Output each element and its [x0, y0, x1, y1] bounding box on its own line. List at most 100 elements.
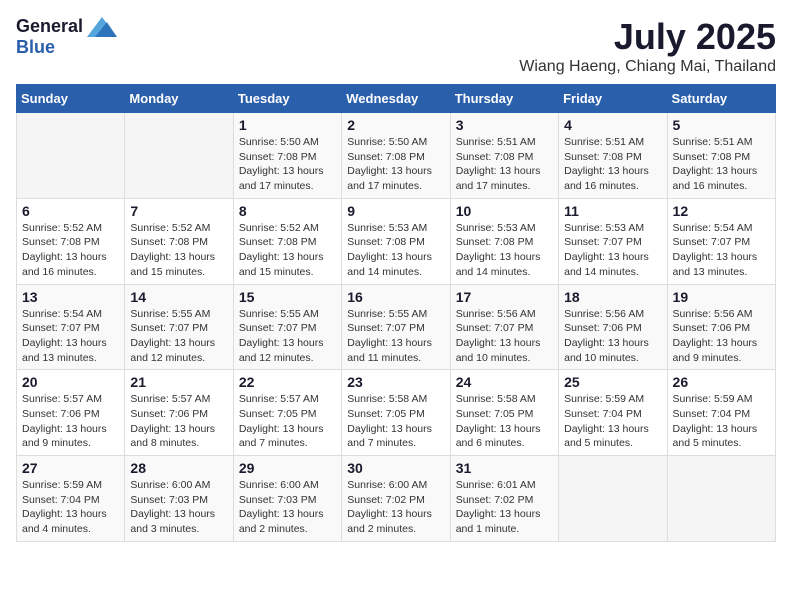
calendar-day-cell: 5Sunrise: 5:51 AMSunset: 7:08 PMDaylight…	[667, 113, 775, 199]
calendar-day-cell: 24 Sunrise: 5:58 AMSunset: 7:05 PMDayligh…	[450, 370, 558, 456]
day-number: 27	[22, 460, 119, 476]
day-info: Sunrise: 6:01 AMSunset: 7:02 PMDaylight:…	[456, 478, 553, 537]
calendar-header-row: SundayMondayTuesdayWednesdayThursdayFrid…	[17, 85, 776, 113]
logo-icon	[87, 17, 117, 37]
calendar-day-cell: 12Sunrise: 5:54 AMSunset: 7:07 PMDayligh…	[667, 198, 775, 284]
day-number: 13	[22, 289, 119, 305]
weekday-header: Tuesday	[233, 85, 341, 113]
logo: General Blue	[16, 16, 117, 58]
day-info: Sunrise: 5:50 AMSunset: 7:08 PMDaylight:…	[347, 135, 444, 194]
calendar-day-cell: 29 Sunrise: 6:00 AMSunset: 7:03 PMDayligh…	[233, 456, 341, 542]
day-number: 2	[347, 117, 444, 133]
day-number: 4	[564, 117, 661, 133]
day-info: Sunrise: 5:57 AMSunset: 7:06 PMDaylight:…	[22, 392, 119, 451]
day-info: Sunrise: 6:00 AMSunset: 7:03 PMDaylight:…	[239, 478, 336, 537]
calendar-day-cell: 27 Sunrise: 5:59 AMSunset: 7:04 PMDayligh…	[17, 456, 125, 542]
day-number: 18	[564, 289, 661, 305]
day-number: 11	[564, 203, 661, 219]
calendar-day-cell: 20 Sunrise: 5:57 AMSunset: 7:06 PMDayligh…	[17, 370, 125, 456]
day-info: Sunrise: 5:52 AMSunset: 7:08 PMDaylight:…	[130, 221, 227, 280]
day-number: 5	[673, 117, 770, 133]
day-info: Sunrise: 5:53 AMSunset: 7:08 PMDaylight:…	[347, 221, 444, 280]
calendar-day-cell: 30 Sunrise: 6:00 AMSunset: 7:02 PMDayligh…	[342, 456, 450, 542]
calendar-day-cell: 31 Sunrise: 6:01 AMSunset: 7:02 PMDayligh…	[450, 456, 558, 542]
day-number: 22	[239, 374, 336, 390]
calendar-day-cell	[559, 456, 667, 542]
day-info: Sunrise: 6:00 AMSunset: 7:03 PMDaylight:…	[130, 478, 227, 537]
logo-general: General	[16, 16, 83, 37]
day-number: 17	[456, 289, 553, 305]
calendar-day-cell: 25 Sunrise: 5:59 AMSunset: 7:04 PMDayligh…	[559, 370, 667, 456]
day-info: Sunrise: 5:56 AMSunset: 7:06 PMDaylight:…	[564, 307, 661, 366]
day-info: Sunrise: 5:54 AMSunset: 7:07 PMDaylight:…	[22, 307, 119, 366]
day-number: 29	[239, 460, 336, 476]
day-number: 20	[22, 374, 119, 390]
day-info: Sunrise: 5:51 AMSunset: 7:08 PMDaylight:…	[564, 135, 661, 194]
calendar-day-cell: 19 Sunrise: 5:56 AMSunset: 7:06 PMDayligh…	[667, 284, 775, 370]
day-info: Sunrise: 5:55 AMSunset: 7:07 PMDaylight:…	[130, 307, 227, 366]
title-area: July 2025 Wiang Haeng, Chiang Mai, Thail…	[519, 16, 776, 76]
calendar-day-cell: 22 Sunrise: 5:57 AMSunset: 7:05 PMDayligh…	[233, 370, 341, 456]
day-info: Sunrise: 5:50 AMSunset: 7:08 PMDaylight:…	[239, 135, 336, 194]
day-info: Sunrise: 5:56 AMSunset: 7:06 PMDaylight:…	[673, 307, 770, 366]
calendar-day-cell: 7 Sunrise: 5:52 AMSunset: 7:08 PMDaylight…	[125, 198, 233, 284]
day-info: Sunrise: 5:58 AMSunset: 7:05 PMDaylight:…	[347, 392, 444, 451]
day-number: 12	[673, 203, 770, 219]
calendar-day-cell: 10 Sunrise: 5:53 AMSunset: 7:08 PMDayligh…	[450, 198, 558, 284]
calendar-day-cell: 6 Sunrise: 5:52 AMSunset: 7:08 PMDaylight…	[17, 198, 125, 284]
day-info: Sunrise: 5:57 AMSunset: 7:05 PMDaylight:…	[239, 392, 336, 451]
day-number: 6	[22, 203, 119, 219]
day-info: Sunrise: 5:55 AMSunset: 7:07 PMDaylight:…	[347, 307, 444, 366]
day-number: 25	[564, 374, 661, 390]
day-number: 10	[456, 203, 553, 219]
calendar-day-cell: 23 Sunrise: 5:58 AMSunset: 7:05 PMDayligh…	[342, 370, 450, 456]
weekday-header: Thursday	[450, 85, 558, 113]
day-info: Sunrise: 5:53 AMSunset: 7:08 PMDaylight:…	[456, 221, 553, 280]
calendar-day-cell: 26Sunrise: 5:59 AMSunset: 7:04 PMDayligh…	[667, 370, 775, 456]
day-number: 28	[130, 460, 227, 476]
calendar-day-cell: 17 Sunrise: 5:56 AMSunset: 7:07 PMDayligh…	[450, 284, 558, 370]
calendar-day-cell: 21Sunrise: 5:57 AMSunset: 7:06 PMDayligh…	[125, 370, 233, 456]
day-info: Sunrise: 5:53 AMSunset: 7:07 PMDaylight:…	[564, 221, 661, 280]
day-info: Sunrise: 5:59 AMSunset: 7:04 PMDaylight:…	[22, 478, 119, 537]
day-info: Sunrise: 5:59 AMSunset: 7:04 PMDaylight:…	[564, 392, 661, 451]
day-number: 31	[456, 460, 553, 476]
day-number: 9	[347, 203, 444, 219]
day-info: Sunrise: 5:59 AMSunset: 7:04 PMDaylight:…	[673, 392, 770, 451]
day-number: 3	[456, 117, 553, 133]
day-info: Sunrise: 5:56 AMSunset: 7:07 PMDaylight:…	[456, 307, 553, 366]
calendar-day-cell	[667, 456, 775, 542]
weekday-header: Wednesday	[342, 85, 450, 113]
day-number: 16	[347, 289, 444, 305]
day-number: 21	[130, 374, 227, 390]
calendar-day-cell: 3 Sunrise: 5:51 AMSunset: 7:08 PMDaylight…	[450, 113, 558, 199]
month-title: July 2025	[519, 16, 776, 58]
calendar-day-cell: 18 Sunrise: 5:56 AMSunset: 7:06 PMDayligh…	[559, 284, 667, 370]
day-info: Sunrise: 5:52 AMSunset: 7:08 PMDaylight:…	[22, 221, 119, 280]
weekday-header: Friday	[559, 85, 667, 113]
day-number: 19	[673, 289, 770, 305]
calendar-day-cell: 11 Sunrise: 5:53 AMSunset: 7:07 PMDayligh…	[559, 198, 667, 284]
calendar-day-cell: 8Sunrise: 5:52 AMSunset: 7:08 PMDaylight…	[233, 198, 341, 284]
day-number: 7	[130, 203, 227, 219]
calendar-day-cell: 1Sunrise: 5:50 AMSunset: 7:08 PMDaylight…	[233, 113, 341, 199]
day-number: 24	[456, 374, 553, 390]
calendar-day-cell: 16 Sunrise: 5:55 AMSunset: 7:07 PMDayligh…	[342, 284, 450, 370]
day-info: Sunrise: 5:52 AMSunset: 7:08 PMDaylight:…	[239, 221, 336, 280]
header: General Blue July 2025 Wiang Haeng, Chia…	[16, 16, 776, 76]
calendar-week-row: 27 Sunrise: 5:59 AMSunset: 7:04 PMDayligh…	[17, 456, 776, 542]
weekday-header: Sunday	[17, 85, 125, 113]
calendar-week-row: 13 Sunrise: 5:54 AMSunset: 7:07 PMDayligh…	[17, 284, 776, 370]
day-info: Sunrise: 5:55 AMSunset: 7:07 PMDaylight:…	[239, 307, 336, 366]
calendar-day-cell: 28 Sunrise: 6:00 AMSunset: 7:03 PMDayligh…	[125, 456, 233, 542]
calendar-week-row: 20 Sunrise: 5:57 AMSunset: 7:06 PMDayligh…	[17, 370, 776, 456]
weekday-header: Monday	[125, 85, 233, 113]
logo-blue: Blue	[16, 37, 55, 58]
day-number: 30	[347, 460, 444, 476]
calendar-day-cell	[17, 113, 125, 199]
day-info: Sunrise: 5:51 AMSunset: 7:08 PMDaylight:…	[456, 135, 553, 194]
location-title: Wiang Haeng, Chiang Mai, Thailand	[519, 58, 776, 76]
day-info: Sunrise: 5:58 AMSunset: 7:05 PMDaylight:…	[456, 392, 553, 451]
day-info: Sunrise: 6:00 AMSunset: 7:02 PMDaylight:…	[347, 478, 444, 537]
day-number: 23	[347, 374, 444, 390]
